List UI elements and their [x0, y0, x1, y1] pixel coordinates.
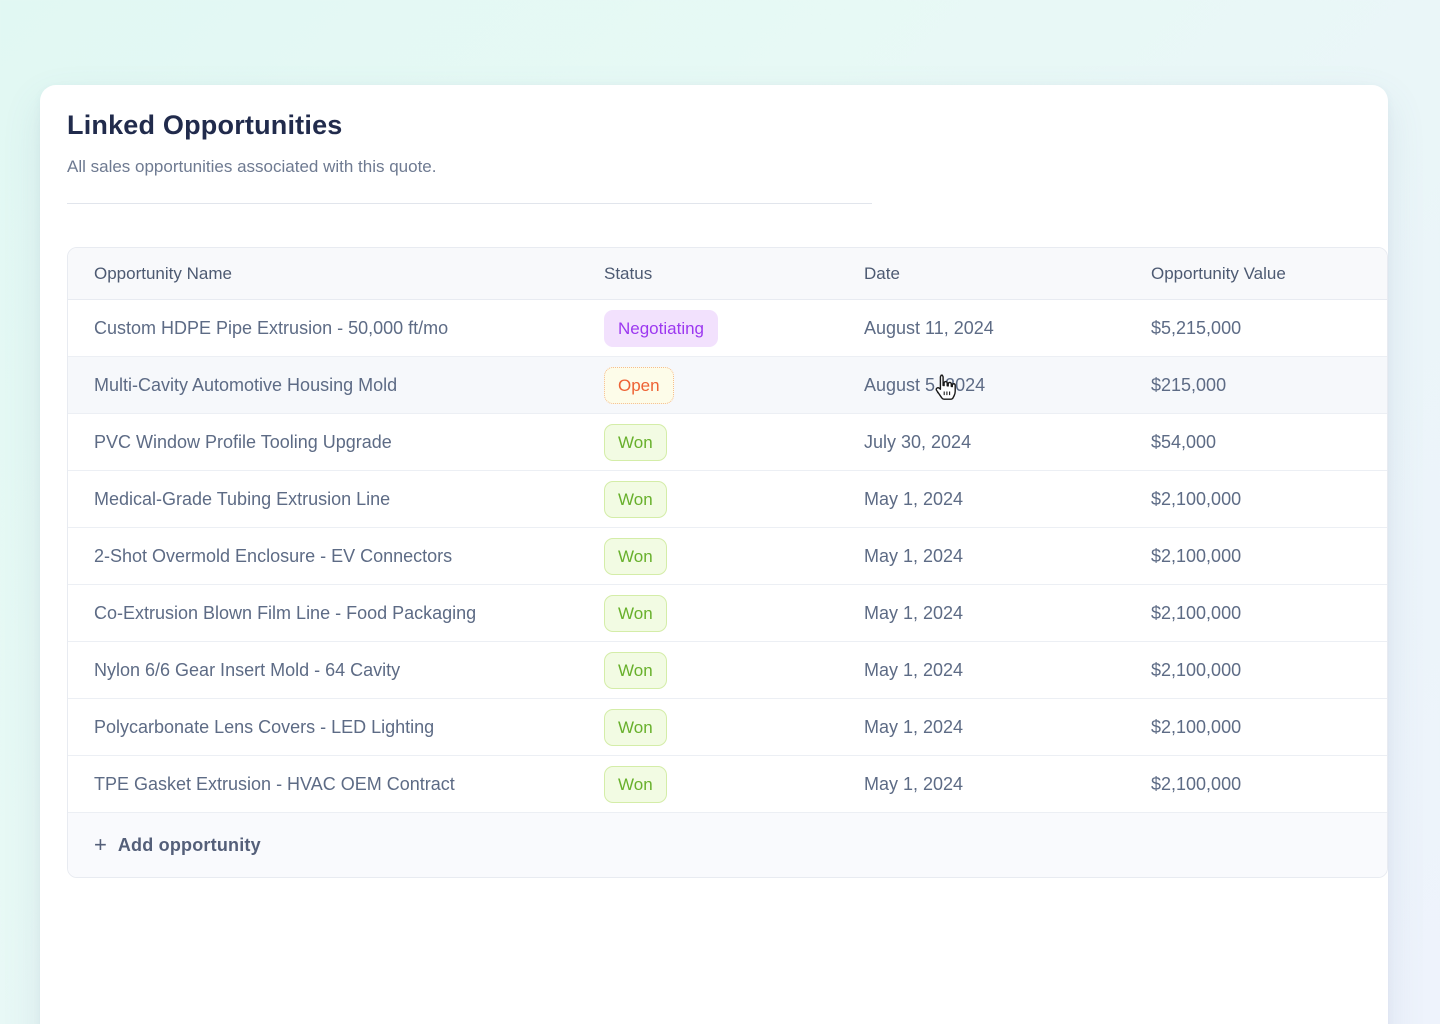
- table-header-row: Opportunity Name Status Date Opportunity…: [68, 248, 1387, 300]
- value-cell: $2,100,000: [1151, 602, 1242, 623]
- opportunity-name-cell: Medical-Grade Tubing Extrusion Line: [94, 488, 391, 509]
- page-subtitle: All sales opportunities associated with …: [67, 157, 437, 176]
- status-cell: Won: [604, 480, 864, 518]
- column-header-status: Status: [604, 263, 653, 283]
- add-opportunity-button[interactable]: + Add opportunity: [68, 813, 1387, 877]
- status-badge: Won: [604, 708, 667, 746]
- status-cell: Won: [604, 537, 864, 575]
- page-title: Linked Opportunities: [67, 110, 343, 140]
- table-row[interactable]: TPE Gasket Extrusion - HVAC OEM Contract…: [68, 756, 1387, 813]
- status-badge: Won: [604, 537, 667, 575]
- value-cell: $2,100,000: [1151, 773, 1242, 794]
- divider: [67, 203, 872, 204]
- status-badge: Won: [604, 480, 667, 518]
- status-cell: Won: [604, 765, 864, 803]
- opportunity-name-cell: 2-Shot Overmold Enclosure - EV Connector…: [94, 545, 453, 566]
- status-badge: Won: [604, 594, 667, 632]
- status-cell: Open: [604, 366, 864, 404]
- value-cell: $2,100,000: [1151, 659, 1242, 680]
- table-row[interactable]: Medical-Grade Tubing Extrusion Line Won …: [68, 471, 1387, 528]
- table-row[interactable]: Polycarbonate Lens Covers - LED Lighting…: [68, 699, 1387, 756]
- status-badge: Negotiating: [604, 309, 719, 347]
- add-opportunity-label: Add opportunity: [117, 834, 261, 855]
- date-cell: May 1, 2024: [864, 602, 964, 623]
- status-badge: Open: [604, 366, 674, 404]
- value-cell: $2,100,000: [1151, 545, 1242, 566]
- table-row[interactable]: Custom HDPE Pipe Extrusion - 50,000 ft/m…: [68, 300, 1387, 357]
- date-cell: May 1, 2024: [864, 659, 964, 680]
- opportunity-name-cell: Custom HDPE Pipe Extrusion - 50,000 ft/m…: [94, 317, 449, 338]
- table-row[interactable]: PVC Window Profile Tooling Upgrade Won J…: [68, 414, 1387, 471]
- status-badge: Won: [604, 423, 667, 461]
- status-cell: Negotiating: [604, 309, 864, 347]
- date-cell: July 30, 2024: [864, 431, 972, 452]
- table-row[interactable]: Multi-Cavity Automotive Housing Mold Ope…: [68, 357, 1387, 414]
- date-cell: May 1, 2024: [864, 773, 964, 794]
- opportunity-name-cell: Co-Extrusion Blown Film Line - Food Pack…: [94, 602, 477, 623]
- value-cell: $2,100,000: [1151, 716, 1242, 737]
- column-header-opportunity-name: Opportunity Name: [94, 263, 232, 283]
- value-cell: $54,000: [1151, 431, 1217, 452]
- table-body: Custom HDPE Pipe Extrusion - 50,000 ft/m…: [68, 300, 1387, 813]
- status-cell: Won: [604, 594, 864, 632]
- table-row[interactable]: Nylon 6/6 Gear Insert Mold - 64 Cavity W…: [68, 642, 1387, 699]
- linked-opportunities-card: Linked Opportunities All sales opportuni…: [40, 85, 1388, 1024]
- table-row[interactable]: Co-Extrusion Blown Film Line - Food Pack…: [68, 585, 1387, 642]
- status-badge: Won: [604, 651, 667, 689]
- date-cell: August 5, 2024: [864, 374, 986, 395]
- opportunity-name-cell: TPE Gasket Extrusion - HVAC OEM Contract: [94, 773, 455, 794]
- status-cell: Won: [604, 651, 864, 689]
- opportunity-name-cell: Polycarbonate Lens Covers - LED Lighting: [94, 716, 435, 737]
- value-cell: $5,215,000: [1151, 317, 1242, 338]
- status-cell: Won: [604, 708, 864, 746]
- opportunities-table: Opportunity Name Status Date Opportunity…: [67, 247, 1388, 878]
- date-cell: May 1, 2024: [864, 716, 964, 737]
- opportunity-name-cell: Multi-Cavity Automotive Housing Mold: [94, 374, 398, 395]
- column-header-date: Date: [864, 263, 900, 283]
- date-cell: August 11, 2024: [864, 317, 994, 338]
- value-cell: $215,000: [1151, 374, 1227, 395]
- value-cell: $2,100,000: [1151, 488, 1242, 509]
- date-cell: May 1, 2024: [864, 488, 964, 509]
- status-cell: Won: [604, 423, 864, 461]
- table-row[interactable]: 2-Shot Overmold Enclosure - EV Connector…: [68, 528, 1387, 585]
- plus-icon: +: [94, 832, 107, 857]
- opportunity-name-cell: Nylon 6/6 Gear Insert Mold - 64 Cavity: [94, 659, 401, 680]
- date-cell: May 1, 2024: [864, 545, 964, 566]
- opportunity-name-cell: PVC Window Profile Tooling Upgrade: [94, 431, 392, 452]
- column-header-opportunity-value: Opportunity Value: [1151, 263, 1286, 283]
- status-badge: Won: [604, 765, 667, 803]
